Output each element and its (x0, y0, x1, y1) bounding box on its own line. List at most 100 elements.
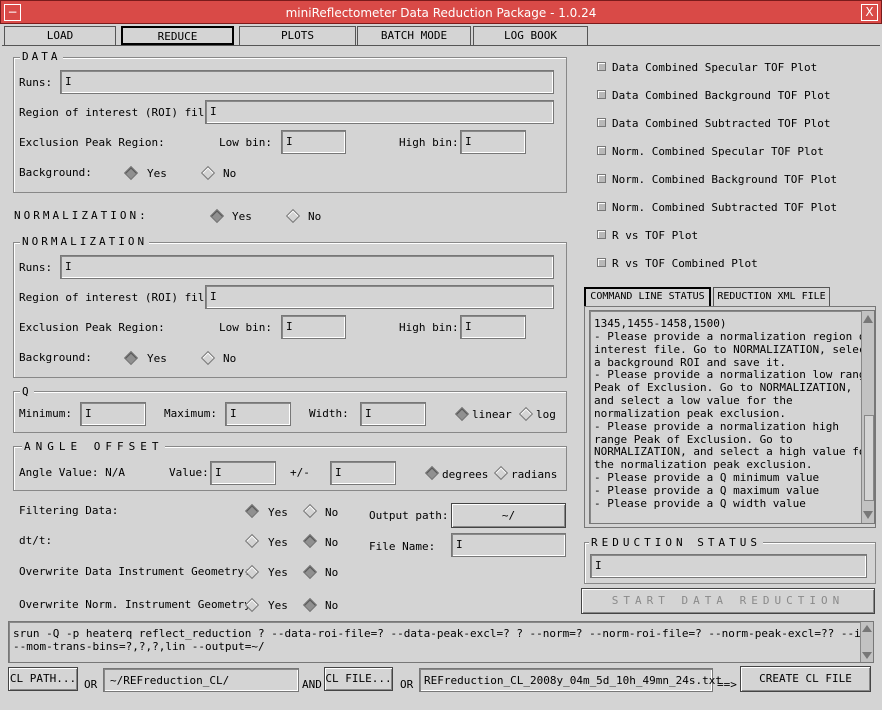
q-linear-label: linear (472, 408, 512, 421)
overwrite-norm-no-label: No (325, 599, 339, 612)
cl-file-button[interactable]: CL FILE... (324, 667, 393, 691)
angle-value-input[interactable]: I (210, 461, 276, 485)
filtering-no-label: No (325, 506, 339, 519)
data-group-title: DATA (20, 50, 63, 63)
filtering-no-radio[interactable] (302, 503, 318, 519)
output-path-button[interactable]: ~/ (451, 503, 566, 528)
tab-batch-mode[interactable]: BATCH MODE (357, 26, 471, 45)
data-roi-input[interactable]: I (205, 100, 554, 124)
tab-reduce[interactable]: REDUCE (121, 26, 234, 45)
q-max-input[interactable]: I (225, 402, 291, 426)
create-cl-file-button[interactable]: CREATE CL FILE (740, 666, 871, 692)
tab-reduction-xml-file[interactable]: REDUCTION XML FILE (713, 287, 830, 306)
data-bg-yes-label: Yes (147, 167, 167, 180)
plot-checkbox[interactable] (597, 174, 606, 183)
q-width-input[interactable]: I (360, 402, 426, 426)
angle-value-label: Value: (169, 466, 209, 479)
cl-path-button[interactable]: CL PATH... (8, 667, 78, 691)
normalization-yes-radio[interactable] (209, 208, 225, 224)
plot-label: Norm. Combined Specular TOF Plot (612, 145, 824, 158)
close-icon[interactable]: X (861, 4, 878, 21)
cl-file-value: REFreduction_CL_2008y_04m_5d_10h_49mn_24… (424, 674, 723, 687)
plot-label: Norm. Combined Subtracted TOF Plot (612, 201, 838, 214)
filtering-label: Filtering Data: (19, 504, 119, 517)
q-min-input[interactable]: I (80, 402, 146, 426)
overwrite-data-yes-label: Yes (268, 566, 288, 579)
plot-checkbox[interactable] (597, 258, 606, 267)
plot-checkbox[interactable] (597, 146, 606, 155)
cl-file-input[interactable]: REFreduction_CL_2008y_04m_5d_10h_49mn_24… (419, 668, 722, 692)
data-roi-label: Region of interest (ROI) file: (19, 106, 218, 119)
start-data-reduction-button[interactable]: START DATA REDUCTION (581, 588, 875, 614)
scroll-up-icon[interactable] (862, 625, 872, 632)
data-high-bin-label: High bin: (399, 136, 459, 149)
plot-checkbox[interactable] (597, 118, 606, 127)
angle-degrees-label: degrees (442, 468, 489, 481)
data-low-bin-input[interactable]: I (281, 130, 346, 154)
overwrite-norm-label: Overwrite Norm. Instrument Geometry: (19, 598, 258, 611)
dtt-yes-radio[interactable] (244, 533, 260, 549)
status-line: - Please provide a normalization high (594, 419, 840, 433)
q-group-title: Q (20, 385, 34, 398)
plot-label: Data Combined Subtracted TOF Plot (612, 117, 831, 130)
scroll-down-icon[interactable] (862, 652, 872, 659)
status-line: - Please provide a normalization region … (594, 329, 873, 343)
data-high-bin-input[interactable]: I (460, 130, 526, 154)
dtt-no-radio[interactable] (302, 533, 318, 549)
title-bar: − miniReflectometer Data Reduction Packa… (0, 0, 882, 24)
status-line: - Please provide a Q maximum value (594, 483, 820, 497)
or-label: OR (400, 678, 414, 691)
norm-low-bin-label: Low bin: (219, 321, 272, 334)
normalization-toggle-label: NORMALIZATION: (14, 209, 149, 222)
normalization-yes-label: Yes (232, 210, 252, 223)
angle-pm-label: +/- (290, 466, 310, 479)
status-scrollbar[interactable] (861, 311, 874, 523)
status-line: 1345,1455-1458,1500) (594, 317, 727, 330)
command-scrollbar[interactable] (860, 622, 873, 662)
data-excl-label: Exclusion Peak Region: (19, 136, 165, 149)
status-scroll-thumb[interactable] (864, 415, 874, 501)
overwrite-data-no-radio[interactable] (302, 564, 318, 580)
plot-label: Data Combined Specular TOF Plot (612, 61, 818, 74)
file-name-label: File Name: (369, 540, 436, 553)
overwrite-norm-no-radio[interactable] (302, 597, 318, 613)
overwrite-data-no-label: No (325, 566, 339, 579)
q-log-label: log (536, 408, 556, 421)
norm-runs-input[interactable]: I (60, 255, 554, 279)
data-low-bin-label: Low bin: (219, 136, 272, 149)
data-runs-input[interactable]: I (60, 70, 554, 94)
overwrite-data-label: Overwrite Data Instrument Geometry: (19, 565, 251, 578)
norm-low-bin-input[interactable]: I (281, 315, 346, 339)
plot-checkbox[interactable] (597, 202, 606, 211)
plot-checkbox[interactable] (597, 230, 606, 239)
cl-path-input[interactable]: ~/REFreduction_CL/ (103, 668, 299, 692)
cl-path-value: ~/REFreduction_CL/ (110, 674, 230, 687)
reduction-status-field: I (590, 554, 867, 578)
data-bg-no-label: No (223, 167, 237, 180)
norm-bg-yes-label: Yes (147, 352, 167, 365)
normalization-no-radio[interactable] (285, 208, 301, 224)
arrow-label: ==> (717, 678, 737, 691)
command-line-status-text: 1345,1455-1458,1500) - Please provide a n… (589, 310, 875, 524)
plot-label: Norm. Combined Background TOF Plot (612, 173, 838, 186)
norm-group-title: NORMALIZATION (20, 235, 150, 248)
tab-command-line-status[interactable]: COMMAND LINE STATUS (584, 287, 711, 306)
tab-load[interactable]: LOAD (4, 26, 116, 45)
plot-checkbox[interactable] (597, 62, 606, 71)
scroll-down-icon[interactable] (863, 511, 873, 519)
and-label: AND (302, 678, 322, 691)
tab-log-book[interactable]: LOG BOOK (473, 26, 588, 45)
tab-plots[interactable]: PLOTS (239, 26, 356, 45)
command-line-line: --mom-trans-bins=?,?,?,lin --output=~/ (13, 640, 265, 653)
angle-group-title: ANGLE OFFSET (22, 440, 166, 453)
plot-checkbox[interactable] (597, 90, 606, 99)
norm-high-bin-input[interactable]: I (460, 315, 526, 339)
scroll-up-icon[interactable] (863, 315, 873, 323)
norm-roi-input[interactable]: I (205, 285, 554, 309)
window-title: miniReflectometer Data Reduction Package… (285, 6, 597, 20)
angle-error-input[interactable]: I (330, 461, 396, 485)
norm-runs-label: Runs: (19, 261, 53, 274)
file-name-input[interactable]: I (451, 533, 566, 557)
filtering-yes-radio[interactable] (244, 503, 260, 519)
dtt-yes-label: Yes (268, 536, 288, 549)
